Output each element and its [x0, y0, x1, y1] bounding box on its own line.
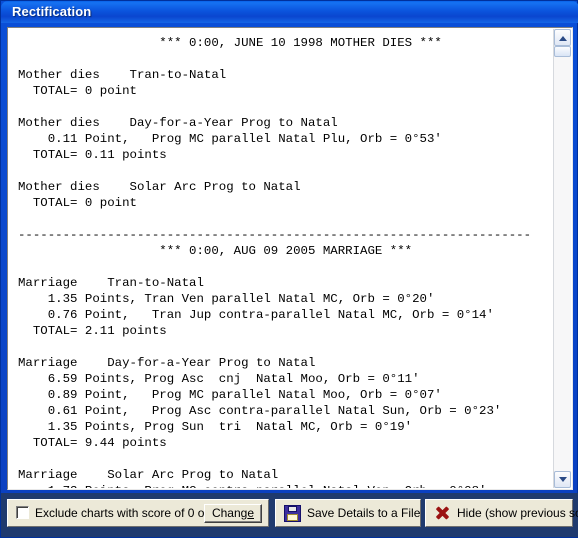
hide-button[interactable]: Hide (show previous screen) [425, 499, 578, 527]
save-details-label: Save Details to a File [307, 506, 421, 520]
scrollbar-track[interactable] [554, 46, 571, 471]
chevron-up-icon [558, 35, 567, 41]
hide-label: Hide (show previous screen) [457, 506, 578, 520]
scroll-down-button[interactable] [554, 471, 571, 488]
change-button[interactable]: Change [203, 504, 262, 523]
report-text-area[interactable]: *** 0:00, JUNE 10 1998 MOTHER DIES *** M… [9, 29, 556, 488]
window-title: Rectification [12, 4, 92, 19]
chevron-down-icon [558, 476, 567, 482]
report-pane: *** 0:00, JUNE 10 1998 MOTHER DIES *** M… [7, 27, 573, 490]
scrollbar-thumb[interactable] [554, 46, 571, 57]
red-x-icon [434, 505, 450, 521]
vertical-scrollbar[interactable] [553, 29, 571, 488]
exclude-panel: Exclude charts with score of 0 or less C… [7, 499, 269, 527]
save-details-button[interactable]: Save Details to a File [275, 499, 421, 527]
scroll-up-button[interactable] [554, 29, 571, 46]
report-text: *** 0:00, JUNE 10 1998 MOTHER DIES *** M… [18, 36, 532, 488]
exclude-checkbox[interactable] [16, 506, 29, 519]
floppy-disk-icon [284, 505, 301, 522]
title-bar: Rectification [1, 1, 578, 23]
bottom-toolbar: Exclude charts with score of 0 or less C… [1, 493, 578, 537]
rectification-window: Rectification *** 0:00, JUNE 10 1998 MOT… [0, 0, 578, 538]
